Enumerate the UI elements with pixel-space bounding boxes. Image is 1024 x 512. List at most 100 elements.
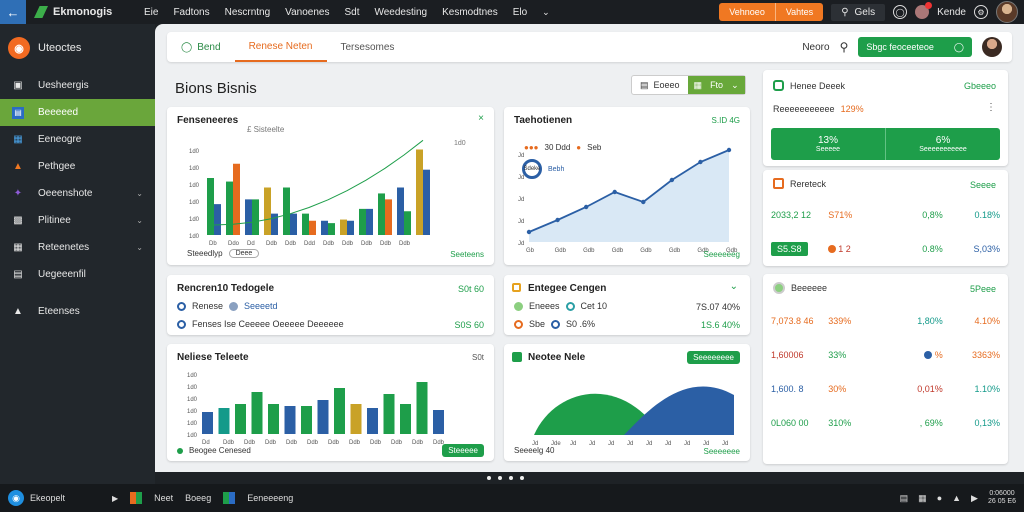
- filter-button-2[interactable]: ▦ Fto ⌄: [687, 76, 745, 94]
- radio-icon[interactable]: [177, 319, 186, 329]
- footer-button[interactable]: Deee: [228, 249, 260, 258]
- page-dot[interactable]: [520, 476, 524, 480]
- card-line-chart: Taehotienen S.ID 4G ●●● 30 Ddd ● Seb Sdeke B…: [504, 107, 750, 265]
- x-tick-label: Gdb: [612, 248, 624, 254]
- orange-button-1[interactable]: Vehnoeo: [719, 3, 775, 21]
- sidebar-title: Uteoctes: [38, 42, 82, 54]
- dot-icon: [514, 301, 523, 311]
- menu-item[interactable]: Eie: [144, 7, 158, 18]
- search-icon: ⚲: [841, 6, 849, 18]
- footer-link[interactable]: Seeeeeeg: [704, 250, 740, 259]
- user-name[interactable]: Kende: [937, 7, 966, 18]
- sidebar-item-3[interactable]: ▲ Pethgee: [0, 153, 155, 180]
- profile-avatar[interactable]: [996, 1, 1018, 23]
- panel-title: Beeeeee: [791, 283, 828, 293]
- radio-icon[interactable]: [229, 301, 239, 311]
- clock-date: 26 05 E6: [987, 498, 1016, 505]
- menu-item[interactable]: Weedesting: [374, 7, 427, 18]
- search-icon[interactable]: ⚲: [840, 40, 849, 54]
- card-title: Entegee Cengen: [528, 283, 607, 294]
- tab-tersesomes[interactable]: Tersesomes: [327, 32, 409, 62]
- tab-bend[interactable]: ◯ Bend: [167, 32, 235, 62]
- row-label: Seeeetd: [244, 301, 278, 311]
- taskbar-item[interactable]: Neet: [154, 493, 173, 503]
- sidebar-item-5[interactable]: ▩ Plitinee ⌄: [0, 207, 155, 234]
- page-dot[interactable]: [487, 476, 491, 480]
- tray-icon[interactable]: ●: [937, 493, 942, 503]
- x-tick-label: Ddb: [285, 241, 297, 247]
- bar: [283, 187, 290, 235]
- tabs-right-label[interactable]: Neoro: [802, 42, 829, 53]
- chevron-down-icon[interactable]: ⌄: [730, 281, 738, 292]
- play-icon[interactable]: ▶: [112, 494, 118, 503]
- app-icon[interactable]: [223, 492, 236, 504]
- sidebar-item-2[interactable]: ▦ Eeneogre: [0, 126, 155, 153]
- layers-icon: ▦: [13, 134, 23, 145]
- stat-cell: 1 2: [838, 244, 851, 254]
- x-tick-label: Ddb: [380, 241, 392, 247]
- clock-icon[interactable]: ◯: [893, 5, 908, 19]
- filter-group: ▤ Eoeeo ▦ Fto ⌄: [631, 75, 746, 95]
- dot-icon: [565, 301, 575, 311]
- footer-link[interactable]: Seeteens: [450, 250, 484, 259]
- y-tick-label: 1d0: [189, 234, 200, 240]
- bar: [302, 213, 309, 235]
- wifi-icon[interactable]: ▲: [952, 493, 961, 503]
- gear-icon[interactable]: ⚙: [974, 5, 988, 19]
- chevron-down-icon[interactable]: ⌄: [542, 7, 550, 18]
- radio-icon[interactable]: [177, 301, 186, 311]
- start-icon: ◉: [8, 490, 24, 506]
- stat-tile[interactable]: 13% Seeeee: [771, 128, 886, 160]
- x-tick-label: Ddb: [266, 241, 278, 247]
- bar: [284, 406, 296, 434]
- avatar[interactable]: [982, 37, 1002, 57]
- sidebar-item-1[interactable]: ▤ Beeeeed: [0, 99, 155, 126]
- sidebar-item-label: Uegeeenfil: [38, 269, 86, 280]
- menu-item[interactable]: Elo: [513, 7, 527, 18]
- more-icon[interactable]: ⋮: [986, 102, 996, 113]
- taskbar-item[interactable]: Eeneeeeng: [247, 493, 293, 503]
- start-button[interactable]: ◉ Ekeopelt: [0, 490, 112, 506]
- page-dot[interactable]: [498, 476, 502, 480]
- volume-icon[interactable]: ▶: [971, 493, 978, 504]
- menu-item[interactable]: Kesmodtnes: [442, 7, 498, 18]
- chart-icon: ▲: [13, 161, 23, 172]
- top-menu: Eie Fadtons Nescrntng Vanoenes Sdt Weede…: [144, 7, 550, 18]
- sidebar-header[interactable]: ◉ Uteoctes: [0, 24, 155, 72]
- footer-link[interactable]: Seeeeeee: [704, 447, 740, 456]
- grid-button[interactable]: ⚲ Gels: [831, 3, 886, 21]
- back-icon[interactable]: ←: [0, 0, 26, 24]
- page-dot[interactable]: [509, 476, 513, 480]
- sidebar-item-7[interactable]: ▤ Uegeeenfil: [0, 261, 155, 288]
- cta-button[interactable]: Sbgc feoceeteoe ◯: [858, 37, 972, 57]
- menu-item[interactable]: Nescrntng: [225, 7, 271, 18]
- app-brand[interactable]: Ekmonogis: [34, 6, 134, 18]
- tab-renese[interactable]: Renese Neten: [234, 32, 327, 62]
- tab-label: Tersesomes: [340, 41, 395, 53]
- taskbar-item[interactable]: Boeeg: [185, 493, 211, 503]
- clock[interactable]: 0:06000 26 05 E6: [988, 490, 1016, 506]
- card-button[interactable]: Steeeee: [442, 444, 484, 457]
- menu-item[interactable]: Vanoenes: [285, 7, 329, 18]
- stat-button[interactable]: S5.S8: [771, 242, 808, 256]
- top-bar: ← Ekmonogis Eie Fadtons Nescrntng Vanoen…: [0, 0, 1024, 24]
- app-icon[interactable]: [130, 492, 143, 504]
- tray-icon[interactable]: ▤: [900, 493, 909, 504]
- bar: [433, 410, 444, 434]
- menu-item[interactable]: Sdt: [344, 7, 359, 18]
- sidebar-item-6[interactable]: ▦ Reteenetes ⌄: [0, 234, 155, 261]
- bar: [268, 404, 279, 434]
- close-icon[interactable]: ×: [478, 113, 484, 124]
- sidebar-item-0[interactable]: ▣ Uesheergis: [0, 72, 155, 99]
- stat-tile[interactable]: 6% Seeeeeeeeeee: [886, 128, 1000, 160]
- card-bar-chart: Fenseneeres £ Sisteelte × 1d0 1d0 1d0 1d0 1d…: [167, 107, 494, 265]
- x-tick-label: Ddb: [286, 440, 298, 446]
- menu-item[interactable]: Fadtons: [173, 7, 209, 18]
- sidebar-item-4[interactable]: ✦ Oeeenshote ⌄: [0, 180, 155, 207]
- tray-icon[interactable]: ▦: [918, 493, 927, 504]
- sidebar-item-8[interactable]: ▲ Eteenses: [0, 298, 155, 325]
- y-tick-label: Jd: [518, 197, 524, 203]
- filter-button-1[interactable]: ▤ Eoeeo: [632, 76, 688, 94]
- orange-button-2[interactable]: Vahtes: [774, 3, 823, 21]
- avatar[interactable]: [915, 2, 933, 19]
